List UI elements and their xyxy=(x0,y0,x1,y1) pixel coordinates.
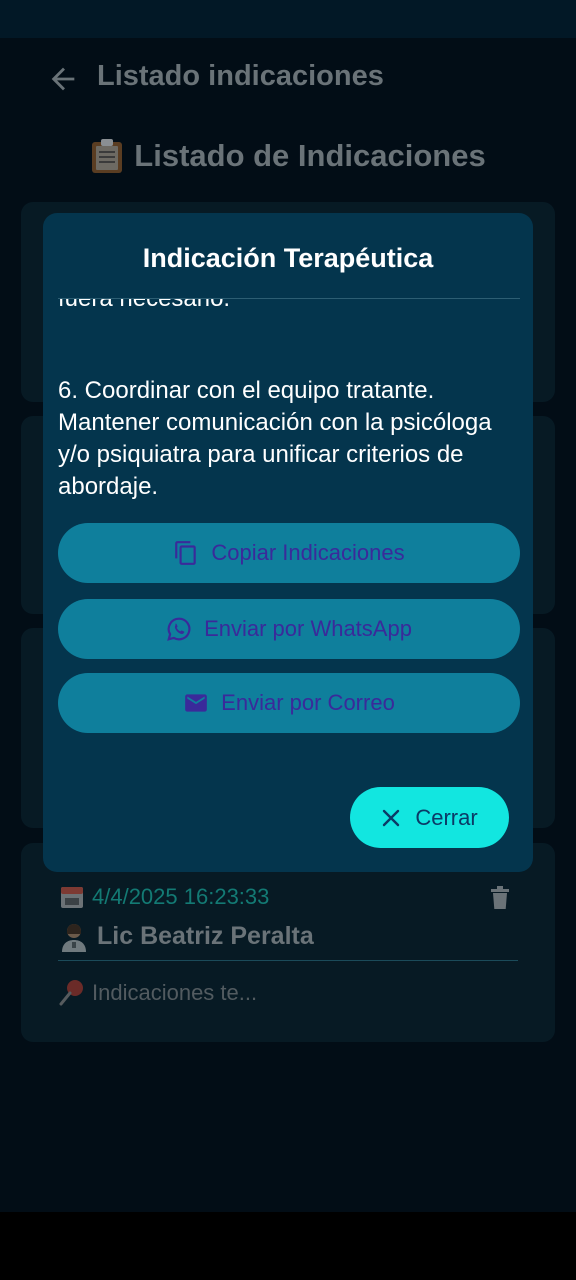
dialog-body-scroll[interactable]: fuera necesario. 6. Coordinar con el equ… xyxy=(58,299,520,499)
close-icon xyxy=(383,809,400,826)
copy-indications-label: Copiar Indicaciones xyxy=(211,540,405,565)
page-heading: Listado de Indicaciones xyxy=(0,138,576,174)
clipboard-icon xyxy=(92,139,123,173)
card-author: Lic Beatriz Peralta xyxy=(97,922,314,950)
close-label: Cerrar xyxy=(415,804,478,830)
pushpin-icon xyxy=(59,980,83,1006)
close-button[interactable]: Cerrar xyxy=(350,787,509,848)
status-bar xyxy=(0,0,576,38)
system-navigation-bar xyxy=(0,1212,576,1280)
trash-icon[interactable] xyxy=(490,886,510,910)
copy-indications-button[interactable]: Copiar Indicaciones xyxy=(58,523,520,583)
send-whatsapp-label: Enviar por WhatsApp xyxy=(204,616,412,641)
dialog-text-paragraph: 6. Coordinar con el equipo tratante. Man… xyxy=(58,377,492,499)
whatsapp-icon xyxy=(167,617,191,641)
send-email-label: Enviar por Correo xyxy=(221,690,395,715)
card-date: 4/4/2025 16:23:33 xyxy=(92,884,270,909)
arrow-left-icon[interactable] xyxy=(46,62,80,96)
indication-dialog: Indicación Terapéutica fuera necesario. … xyxy=(43,213,533,872)
appbar-title: Listado indicaciones xyxy=(97,60,384,92)
health-worker-icon xyxy=(62,924,86,952)
calendar-icon xyxy=(61,887,83,908)
card-preview: Indicaciones te... xyxy=(92,980,258,1005)
dialog-text-partial-line: fuera necesario. xyxy=(58,299,230,313)
copy-icon xyxy=(175,541,197,565)
send-email-button[interactable]: Enviar por Correo xyxy=(58,673,520,733)
card-divider xyxy=(58,960,518,961)
page-heading-text: Listado de Indicaciones xyxy=(134,138,486,173)
mail-icon xyxy=(185,694,208,712)
send-whatsapp-button[interactable]: Enviar por WhatsApp xyxy=(58,599,520,659)
dialog-title: Indicación Terapéutica xyxy=(142,243,434,273)
